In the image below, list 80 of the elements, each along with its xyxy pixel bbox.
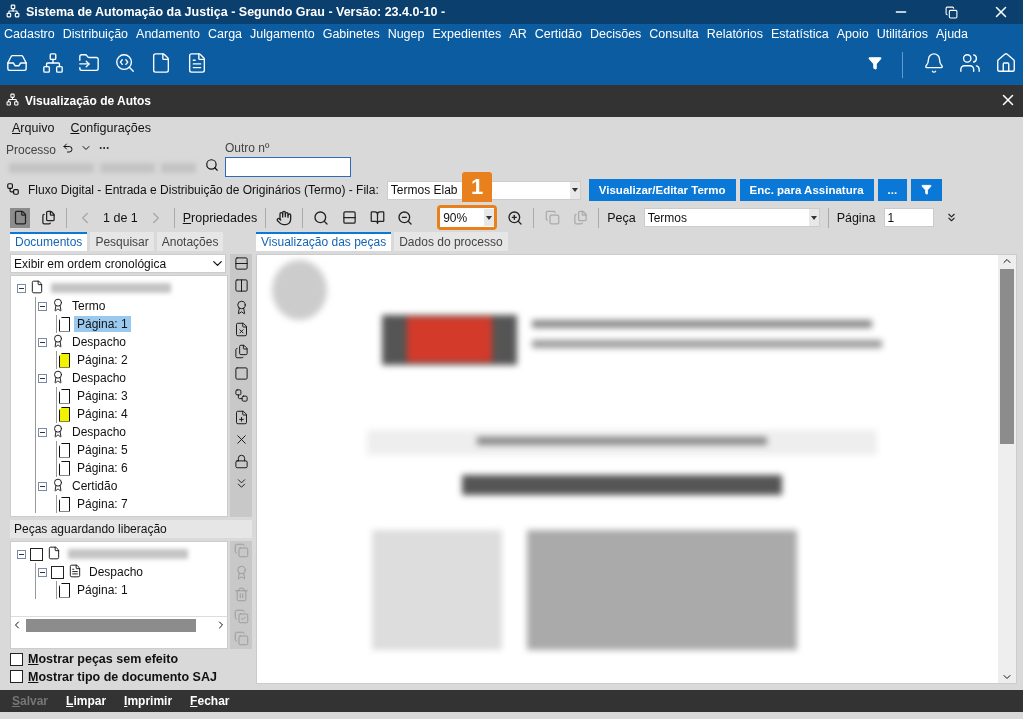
tree-item[interactable]: Página: 4	[74, 406, 131, 422]
tree-item[interactable]: Página: 1	[74, 582, 131, 598]
step-badge: 1	[462, 172, 493, 202]
menu-item[interactable]: Configurações	[70, 121, 151, 138]
dialog-title: Visualização de Autos	[25, 94, 153, 108]
tree-item[interactable]: Certidão	[69, 478, 121, 494]
window-title: Sistema de Automação da Justiça - Segundo Grau - Versão: 23.4.0-10 -	[26, 5, 447, 19]
collapse-toggle[interactable]	[38, 427, 47, 437]
tree-item[interactable]: Termo	[69, 298, 109, 314]
page-counter: 1 de 1	[103, 210, 138, 225]
tab[interactable]: Documentos	[10, 232, 88, 251]
tree-item[interactable]: Despacho	[86, 564, 147, 580]
filter-icon	[921, 184, 933, 197]
filter-button[interactable]	[911, 179, 943, 201]
menu-item[interactable]: Nugep	[387, 27, 425, 41]
tab[interactable]: Dados do processo	[394, 232, 508, 251]
action-button[interactable]: Visualizar/Editar Termo	[588, 179, 736, 201]
checkbox[interactable]	[10, 670, 23, 684]
app-logo-icon	[6, 93, 19, 109]
menu-item[interactable]: Gabinetes	[322, 27, 380, 41]
zoom-select[interactable]: 90%	[440, 208, 495, 227]
collapse-toggle[interactable]	[17, 283, 26, 293]
tree-item[interactable]: Página: 1	[74, 316, 131, 332]
field-label: Página	[836, 210, 876, 225]
collapse-toggle[interactable]	[38, 373, 47, 383]
checkbox-label[interactable]: Mostrar peças sem efeito	[28, 652, 179, 667]
menu-item[interactable]: Consulta	[649, 27, 699, 41]
scrollbar[interactable]	[11, 616, 227, 633]
scrollbar[interactable]	[998, 255, 1016, 683]
menu-item[interactable]: Cadastro	[4, 27, 55, 41]
tab[interactable]: Pesquisar	[90, 232, 154, 251]
collapse-toggle[interactable]	[38, 567, 47, 577]
tab[interactable]: Anotações	[156, 232, 224, 251]
footer-button[interactable]: Imprimir	[124, 694, 173, 708]
workflow-label: Fluxo Digital - Entrada e Distribuição de Originários (Termo) - Fila:	[28, 183, 379, 197]
collapse-toggle[interactable]	[38, 481, 47, 491]
footer-button[interactable]: Fechar	[190, 694, 230, 708]
tab[interactable]: Visualização das peças	[256, 232, 392, 251]
checkbox[interactable]	[10, 652, 23, 666]
footer-button[interactable]: Limpar	[66, 694, 107, 708]
tree-item[interactable]: Despacho	[69, 334, 130, 350]
menu-item[interactable]: Certidão	[534, 27, 582, 41]
checkbox[interactable]	[51, 565, 64, 579]
menu-item[interactable]: Arquivo	[12, 121, 55, 138]
field-label: Outro nº	[225, 141, 271, 155]
collapse-toggle[interactable]	[17, 549, 26, 559]
menu-item[interactable]: Ajuda	[936, 27, 968, 41]
input-field[interactable]	[225, 157, 351, 177]
action-button[interactable]: ...	[877, 179, 908, 201]
section-title: Peças aguardando liberação	[10, 520, 252, 538]
piece-select[interactable]: Termos	[643, 208, 820, 227]
tree-item[interactable]: Página: 2	[74, 352, 131, 368]
single-page-icon[interactable]	[10, 207, 30, 228]
menu-item[interactable]: Utilitários	[876, 27, 929, 41]
menu-item[interactable]: Andamento	[136, 27, 200, 41]
menu-item[interactable]: Apoio	[836, 27, 869, 41]
tree-item[interactable]: Página: 7	[74, 496, 131, 512]
menu-item[interactable]: Julgamento	[250, 27, 315, 41]
menu-item[interactable]: Decisões	[589, 27, 642, 41]
page-field[interactable]: 1	[883, 208, 934, 227]
menu-item[interactable]: Expedientes	[432, 27, 502, 41]
tree-item[interactable]: Despacho	[69, 424, 130, 440]
checkbox[interactable]	[30, 547, 43, 561]
checkbox-label[interactable]: Mostrar tipo de documento SAJ	[28, 669, 217, 684]
properties-button[interactable]: Propriedades	[182, 210, 258, 225]
menu-item[interactable]: Estatística	[770, 27, 829, 41]
field-label: Peça	[607, 210, 636, 225]
tree-item[interactable]: Despacho	[69, 370, 130, 386]
menu-item[interactable]: Relatórios	[706, 27, 763, 41]
action-button[interactable]: Enc. para Assinatura	[739, 179, 874, 201]
menu-item[interactable]: Carga	[208, 27, 243, 41]
collapse-toggle[interactable]	[38, 337, 47, 347]
menu-item[interactable]: AR	[509, 27, 527, 41]
field-label: Processo	[6, 142, 57, 157]
tree-item[interactable]: Página: 3	[74, 388, 131, 404]
tree-item[interactable]: Página: 6	[74, 460, 131, 476]
order-select[interactable]: Exibir em ordem cronológica	[10, 254, 226, 273]
menu-item[interactable]: Distribuição	[62, 27, 129, 41]
collapse-toggle[interactable]	[38, 301, 47, 311]
tree-item[interactable]: Página: 5	[74, 442, 131, 458]
